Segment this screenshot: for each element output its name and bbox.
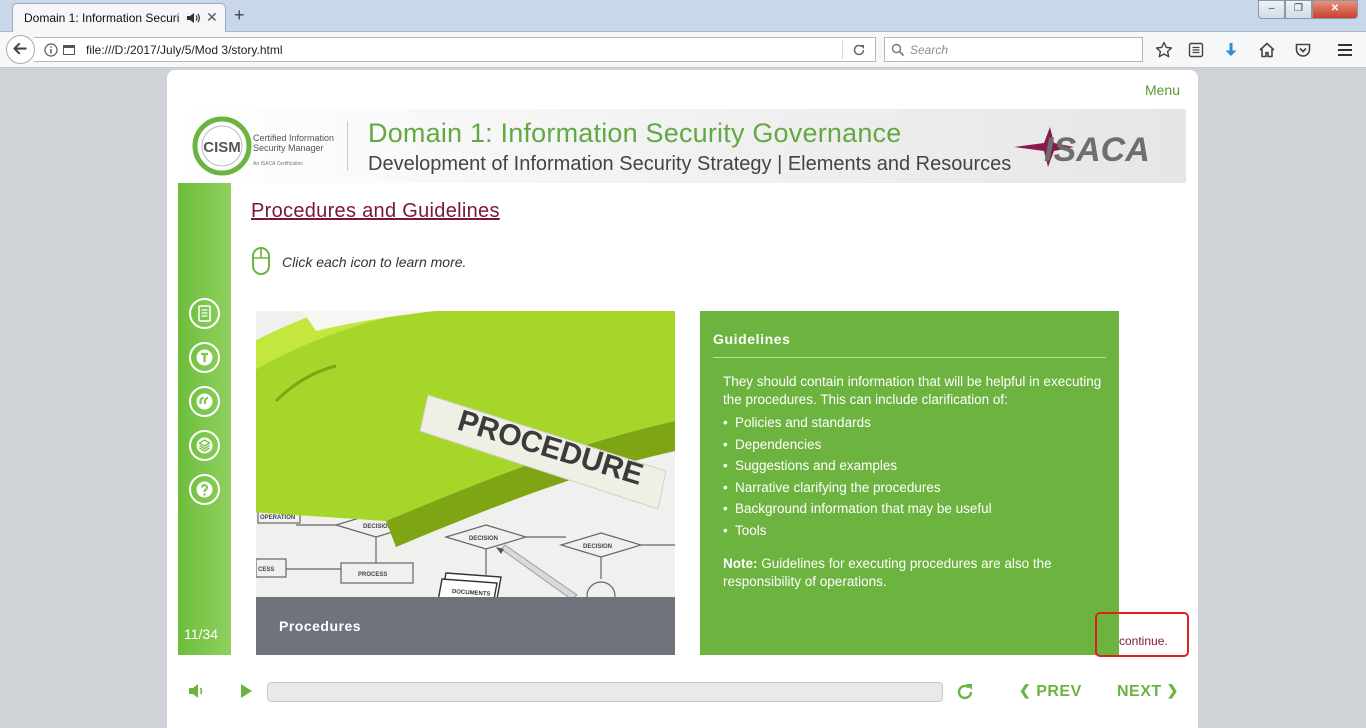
continue-link[interactable]: continue. [1119, 634, 1168, 648]
chevron-left-icon: ❮ [1019, 682, 1032, 698]
note-text: Guidelines for executing procedures are … [723, 556, 1052, 589]
panel-body: They should contain information that wil… [723, 373, 1103, 591]
transcript-icon[interactable] [189, 342, 220, 373]
list-item: Background information that may be usefu… [723, 498, 1103, 520]
panel-note: Note: Guidelines for executing procedure… [723, 555, 1103, 591]
back-button[interactable] [6, 35, 35, 64]
slide-title: Procedures and Guidelines [251, 200, 500, 222]
search-icon [891, 43, 905, 57]
speaker-icon[interactable] [185, 10, 201, 26]
continue-highlight: continue. [1095, 612, 1189, 657]
close-window-button[interactable]: ✕ [1312, 0, 1358, 19]
reload-icon[interactable] [851, 42, 867, 58]
quote-icon[interactable] [189, 386, 220, 417]
maximize-button[interactable]: ❐ [1285, 0, 1312, 19]
isaca-logo: ISACA [1014, 127, 1150, 169]
menu-link[interactable]: Menu [1145, 82, 1180, 98]
back-arrow-icon [13, 42, 27, 55]
browser-tab[interactable]: Domain 1: Information Securi ✕ [12, 3, 226, 32]
browser-nav-bar: file:///D:/2017/July/5/Mod 3/story.html … [0, 32, 1366, 68]
photo-caption-bar[interactable]: Procedures [256, 597, 675, 655]
prev-button[interactable]: ❮ PREV [1019, 682, 1082, 701]
download-icon[interactable] [1222, 41, 1240, 59]
list-item: Policies and standards [723, 412, 1103, 434]
hamburger-menu-icon[interactable] [1336, 41, 1354, 59]
pocket-icon[interactable] [1294, 41, 1312, 59]
procedures-photo[interactable]: PROCEDURE DECISION DECISION DECISION PRO… [256, 311, 675, 655]
url-bar[interactable]: file:///D:/2017/July/5/Mod 3/story.html [34, 37, 876, 62]
svg-text:OPERATION: OPERATION [260, 515, 295, 521]
svg-text:PROCESS: PROCESS [358, 572, 387, 578]
panel-intro: They should contain information that wil… [723, 374, 1102, 407]
svg-text:DECISION: DECISION [583, 544, 612, 550]
guidelines-panel: Guidelines They should contain informati… [700, 311, 1119, 655]
window-controls: ‒ ❐ ✕ [1258, 0, 1358, 19]
panel-divider [713, 357, 1106, 358]
notes-icon[interactable] [189, 298, 220, 329]
volume-icon[interactable] [187, 682, 207, 700]
home-icon[interactable] [1258, 41, 1276, 59]
search-bar[interactable]: Search [884, 37, 1143, 62]
slide: CISM Certified Information Security Mana… [178, 109, 1186, 655]
prev-label: PREV [1036, 683, 1082, 700]
list-item: Dependencies [723, 434, 1103, 456]
cism-sub: An ISACA Certification [253, 161, 304, 167]
minimize-button[interactable]: ‒ [1258, 0, 1285, 19]
list-item: Suggestions and examples [723, 455, 1103, 477]
chevron-right-icon: ❯ [1166, 682, 1179, 698]
url-divider [842, 41, 843, 59]
tab-close-icon[interactable]: ✕ [206, 9, 218, 25]
panel-title: Guidelines [713, 331, 791, 347]
help-icon[interactable] [189, 474, 220, 505]
svg-text:DECISION: DECISION [469, 536, 498, 542]
next-label: NEXT [1117, 683, 1162, 700]
page-icon [63, 45, 75, 55]
isaca-wordmark: ISACA [1044, 131, 1150, 169]
course-player: Menu CISM Certified Information Security… [167, 70, 1198, 728]
list-item: Narrative clarifying the procedures [723, 477, 1103, 499]
next-button[interactable]: NEXT ❯ [1117, 682, 1179, 701]
cism-mark: CISM [203, 139, 241, 156]
url-text[interactable]: file:///D:/2017/July/5/Mod 3/story.html [86, 43, 283, 57]
banner-divider [347, 121, 348, 171]
new-tab-button[interactable]: + [234, 5, 245, 25]
domain-title: Domain 1: Information Security Governanc… [368, 118, 902, 148]
mouse-icon [252, 247, 270, 275]
slide-banner: CISM Certified Information Security Mana… [178, 109, 1186, 183]
photo-caption: Procedures [279, 618, 362, 634]
replay-icon[interactable] [954, 681, 976, 703]
info-icon[interactable] [44, 43, 58, 57]
tab-title: Domain 1: Information Securi [24, 11, 180, 25]
slide-sidebar: 11/34 [178, 183, 231, 655]
guidelines-list: Policies and standards Dependencies Sugg… [723, 412, 1103, 541]
playback-controls: ❮ PREV NEXT ❯ [167, 670, 1198, 715]
instruction-text: Click each icon to learn more. [282, 254, 467, 270]
cism-tagline: Certified Information Security Manager [253, 133, 335, 153]
bookmark-star-icon[interactable] [1155, 41, 1173, 59]
search-input[interactable]: Search [910, 43, 948, 57]
domain-subtitle: Development of Information Security Stra… [368, 153, 1012, 175]
note-label: Note: [723, 556, 758, 571]
seek-bar[interactable] [267, 682, 943, 702]
list-item: Tools [723, 520, 1103, 542]
reading-list-icon[interactable] [1187, 41, 1205, 59]
browser-tab-bar: Domain 1: Information Securi ✕ + ‒ ❐ ✕ [0, 0, 1366, 32]
play-icon[interactable] [239, 683, 253, 699]
slide-number: 11/34 [184, 626, 218, 642]
svg-text:CESS: CESS [258, 567, 274, 573]
resources-icon[interactable] [189, 430, 220, 461]
